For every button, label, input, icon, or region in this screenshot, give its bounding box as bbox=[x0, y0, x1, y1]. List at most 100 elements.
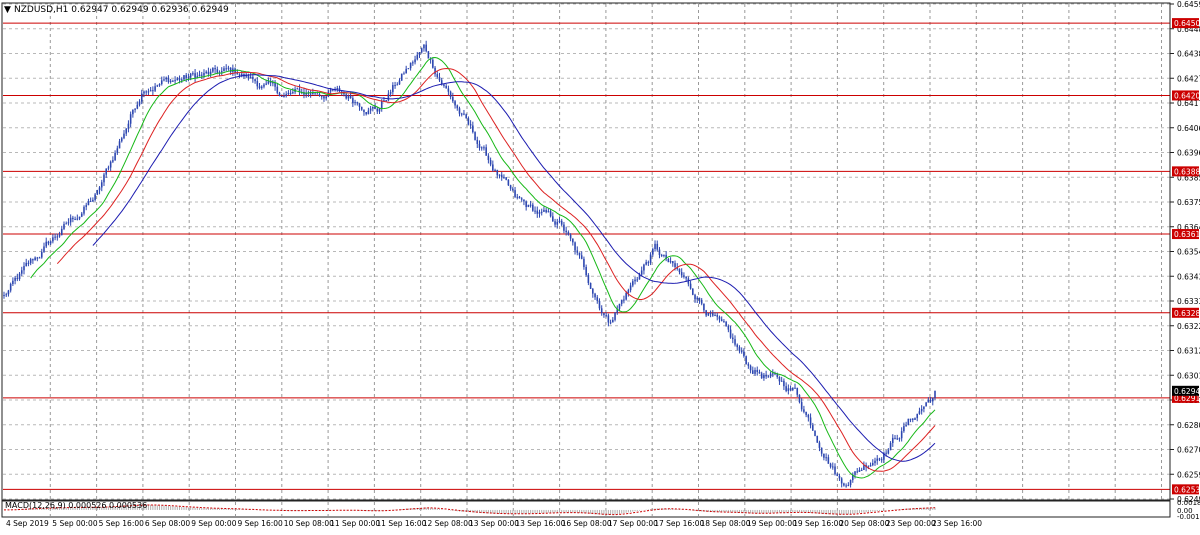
candle-body bbox=[923, 406, 925, 409]
candle-body bbox=[385, 100, 387, 102]
candle-body bbox=[285, 94, 287, 96]
candle-body bbox=[480, 147, 483, 149]
candle-body bbox=[252, 76, 254, 80]
candle-body bbox=[856, 471, 859, 473]
chart-canvas[interactable]: 0.645900.644850.643800.642750.641700.640… bbox=[0, 0, 1200, 531]
candle-body bbox=[703, 303, 705, 311]
candle-body bbox=[805, 411, 807, 415]
candle-body bbox=[478, 143, 481, 148]
candle-body bbox=[658, 249, 661, 255]
candle-body bbox=[60, 228, 63, 236]
chart-window[interactable]: 0.645900.644850.643800.642750.641700.640… bbox=[0, 0, 1200, 531]
candle-body bbox=[914, 418, 916, 420]
y-tick-label: 0.63225 bbox=[1177, 322, 1200, 331]
candle-body bbox=[672, 261, 674, 264]
candle-body bbox=[260, 86, 263, 89]
candle-body bbox=[660, 254, 663, 256]
candle-body bbox=[838, 475, 841, 479]
candle-body bbox=[934, 390, 936, 398]
candle-body bbox=[38, 257, 41, 259]
y-tick-label: 0.64275 bbox=[1177, 74, 1200, 83]
candle-body bbox=[685, 276, 687, 279]
candle-body bbox=[267, 81, 270, 84]
candle-body bbox=[425, 44, 427, 52]
candle-body bbox=[647, 262, 650, 264]
candle-body bbox=[514, 190, 516, 197]
candle-body bbox=[80, 213, 83, 217]
candle-body bbox=[789, 388, 792, 390]
candle-body bbox=[125, 128, 128, 134]
candle-body bbox=[460, 113, 463, 115]
candle-body bbox=[700, 299, 703, 304]
candle-body bbox=[554, 221, 556, 225]
candle-body bbox=[765, 374, 767, 377]
candle-body bbox=[558, 220, 561, 222]
candle-body bbox=[427, 51, 430, 59]
candle-body bbox=[76, 218, 79, 220]
candle-body bbox=[614, 312, 616, 320]
candle-body bbox=[600, 308, 603, 313]
candle-body bbox=[103, 174, 105, 183]
candle-body bbox=[400, 73, 403, 81]
x-tick-label: 9 Sep 00:00 bbox=[191, 519, 237, 528]
level-price-label: 0.64509 bbox=[1174, 19, 1200, 28]
candle-body bbox=[209, 71, 212, 75]
candle-body bbox=[443, 84, 445, 86]
candle-body bbox=[396, 84, 399, 86]
candle-body bbox=[736, 344, 739, 348]
candle-body bbox=[7, 290, 10, 295]
candle-body bbox=[696, 297, 699, 300]
candle-body bbox=[492, 164, 494, 171]
candle-body bbox=[898, 438, 901, 440]
x-tick-label: 20 Sep 08:00 bbox=[839, 519, 889, 528]
candle-body bbox=[172, 80, 174, 82]
candle-body bbox=[447, 88, 450, 92]
candle-body bbox=[543, 209, 545, 212]
candle-body bbox=[147, 91, 150, 93]
candle-body bbox=[289, 92, 292, 94]
candle-body bbox=[669, 261, 672, 263]
candle-body bbox=[925, 402, 927, 407]
candle-body bbox=[29, 259, 32, 264]
candle-body bbox=[712, 313, 714, 316]
candle-body bbox=[536, 210, 539, 214]
candle-body bbox=[45, 241, 48, 247]
candle-body bbox=[458, 108, 461, 114]
candle-body bbox=[780, 380, 783, 382]
candle-body bbox=[734, 339, 736, 345]
candle-body bbox=[887, 450, 890, 454]
candle-body bbox=[449, 91, 452, 97]
y-tick-label: 0.64065 bbox=[1177, 124, 1200, 133]
candle-body bbox=[389, 92, 392, 94]
candle-body bbox=[469, 124, 472, 126]
x-tick-label: 10 Sep 08:00 bbox=[284, 519, 334, 528]
chart-title: NZDUSD,H1 0.62947 0.62949 0.62936 0.6294… bbox=[14, 5, 229, 15]
candle-body bbox=[23, 266, 25, 271]
candle-body bbox=[223, 68, 225, 71]
candle-body bbox=[589, 282, 592, 289]
candle-body bbox=[809, 417, 812, 426]
candle-body bbox=[534, 210, 536, 212]
candle-body bbox=[98, 187, 101, 191]
y-tick-label: 0.62805 bbox=[1177, 421, 1200, 430]
candle-body bbox=[749, 365, 752, 371]
x-tick-label: 17 Sep 00:00 bbox=[608, 519, 658, 528]
candle-body bbox=[185, 75, 188, 78]
y-tick-label: 0.63330 bbox=[1177, 297, 1200, 306]
candle-body bbox=[280, 95, 283, 97]
candle-body bbox=[363, 109, 365, 113]
x-tick-label: 19 Sep 00:00 bbox=[747, 519, 797, 528]
candle-body bbox=[318, 94, 321, 96]
candle-body bbox=[278, 92, 281, 96]
x-tick-label: 19 Sep 16:00 bbox=[793, 519, 843, 528]
candle-body bbox=[194, 73, 196, 78]
candle-body bbox=[12, 280, 14, 284]
candle-body bbox=[412, 62, 414, 64]
candle-body bbox=[465, 114, 467, 119]
candle-body bbox=[674, 263, 676, 268]
candle-body bbox=[738, 347, 741, 352]
candle-body bbox=[149, 90, 152, 92]
candle-body bbox=[785, 386, 787, 391]
candle-body bbox=[878, 458, 881, 460]
candle-body bbox=[156, 85, 159, 87]
